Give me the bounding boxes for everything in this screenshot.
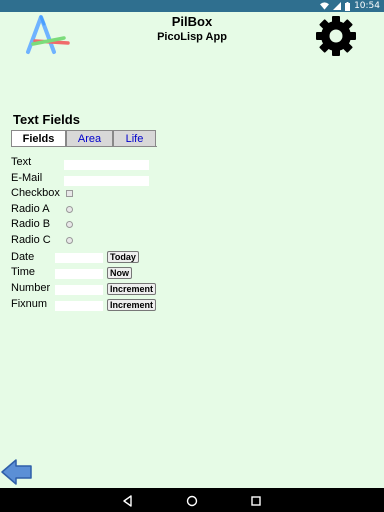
now-button[interactable]: Now	[107, 267, 132, 279]
status-time: 10:54	[354, 1, 380, 11]
fixnum-input[interactable]	[55, 301, 103, 311]
status-bar: 10:54	[0, 0, 384, 12]
radio-a[interactable]	[66, 206, 73, 213]
date-label: Date	[11, 251, 35, 263]
fixnum-label: Fixnum	[11, 298, 48, 310]
nav-home-icon[interactable]	[186, 494, 198, 507]
settings-gear-icon[interactable]	[314, 14, 358, 58]
tab-bar: Fields Area Life	[11, 130, 156, 147]
time-label: Time	[11, 266, 36, 278]
date-input[interactable]	[55, 253, 103, 263]
wifi-icon	[320, 2, 330, 10]
today-button[interactable]: Today	[107, 251, 139, 263]
tab-divider	[11, 146, 157, 147]
tab-area[interactable]: Area	[66, 130, 113, 146]
increment-fixnum-button[interactable]: Increment	[107, 299, 157, 311]
back-arrow-icon[interactable]	[0, 455, 34, 489]
checkbox[interactable]	[66, 190, 73, 197]
navigation-bar	[0, 488, 384, 512]
text-input[interactable]	[64, 160, 149, 170]
status-icons: 10:54	[320, 0, 380, 12]
nav-back-icon[interactable]	[122, 494, 134, 507]
number-label: Number	[11, 282, 51, 294]
text-label: Text	[11, 156, 32, 168]
time-input[interactable]	[55, 269, 103, 279]
radio-b[interactable]	[66, 221, 73, 228]
email-input[interactable]	[64, 176, 149, 186]
number-input[interactable]	[55, 285, 103, 295]
section-title: Text Fields	[13, 112, 80, 127]
battery-icon	[345, 1, 351, 11]
radio-c[interactable]	[66, 237, 73, 244]
tab-life[interactable]: Life	[113, 130, 156, 146]
signal-icon	[333, 2, 342, 10]
radio-a-label: Radio A	[11, 203, 50, 215]
radio-c-label: Radio C	[11, 234, 51, 246]
checkbox-label: Checkbox	[11, 187, 60, 199]
increment-number-button[interactable]: Increment	[107, 283, 157, 295]
tab-fields[interactable]: Fields	[11, 130, 66, 147]
nav-recents-icon[interactable]	[250, 494, 262, 506]
email-label: E-Mail	[11, 172, 43, 184]
radio-b-label: Radio B	[11, 218, 51, 230]
